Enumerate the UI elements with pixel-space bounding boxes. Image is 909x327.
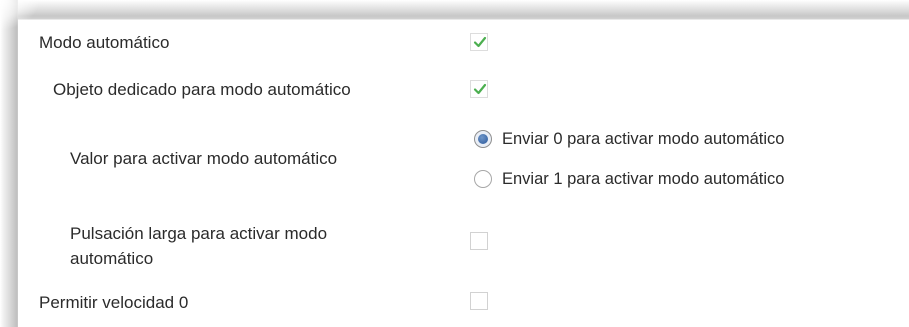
permitir-velocidad-label: Permitir velocidad 0 bbox=[39, 293, 189, 312]
settings-panel: Modo automático Objeto dedicado para mod… bbox=[0, 0, 909, 327]
window-left-border bbox=[0, 0, 18, 327]
check-icon bbox=[473, 83, 487, 95]
radio-dot-icon bbox=[478, 134, 488, 144]
pulsacion-larga-checkbox[interactable] bbox=[470, 232, 488, 250]
window-top-border bbox=[0, 0, 909, 20]
objeto-dedicado-checkbox[interactable] bbox=[470, 80, 488, 98]
check-icon bbox=[473, 36, 487, 48]
valor-activar-label: Valor para activar modo automático bbox=[70, 149, 338, 168]
permitir-velocidad-checkbox[interactable] bbox=[470, 292, 488, 310]
radio-enviar-0[interactable] bbox=[474, 130, 492, 148]
modo-automatico-label: Modo automático bbox=[39, 33, 170, 52]
radio-enviar-0-label[interactable]: Enviar 0 para activar modo automático bbox=[502, 128, 784, 150]
pulsacion-larga-label: Pulsación larga para activar modo automá… bbox=[70, 224, 328, 268]
radio-enviar-1[interactable] bbox=[474, 170, 492, 188]
modo-automatico-checkbox[interactable] bbox=[470, 33, 488, 51]
radio-enviar-1-label[interactable]: Enviar 1 para activar modo automático bbox=[502, 168, 784, 190]
objeto-dedicado-label: Objeto dedicado para modo automático bbox=[53, 80, 351, 99]
